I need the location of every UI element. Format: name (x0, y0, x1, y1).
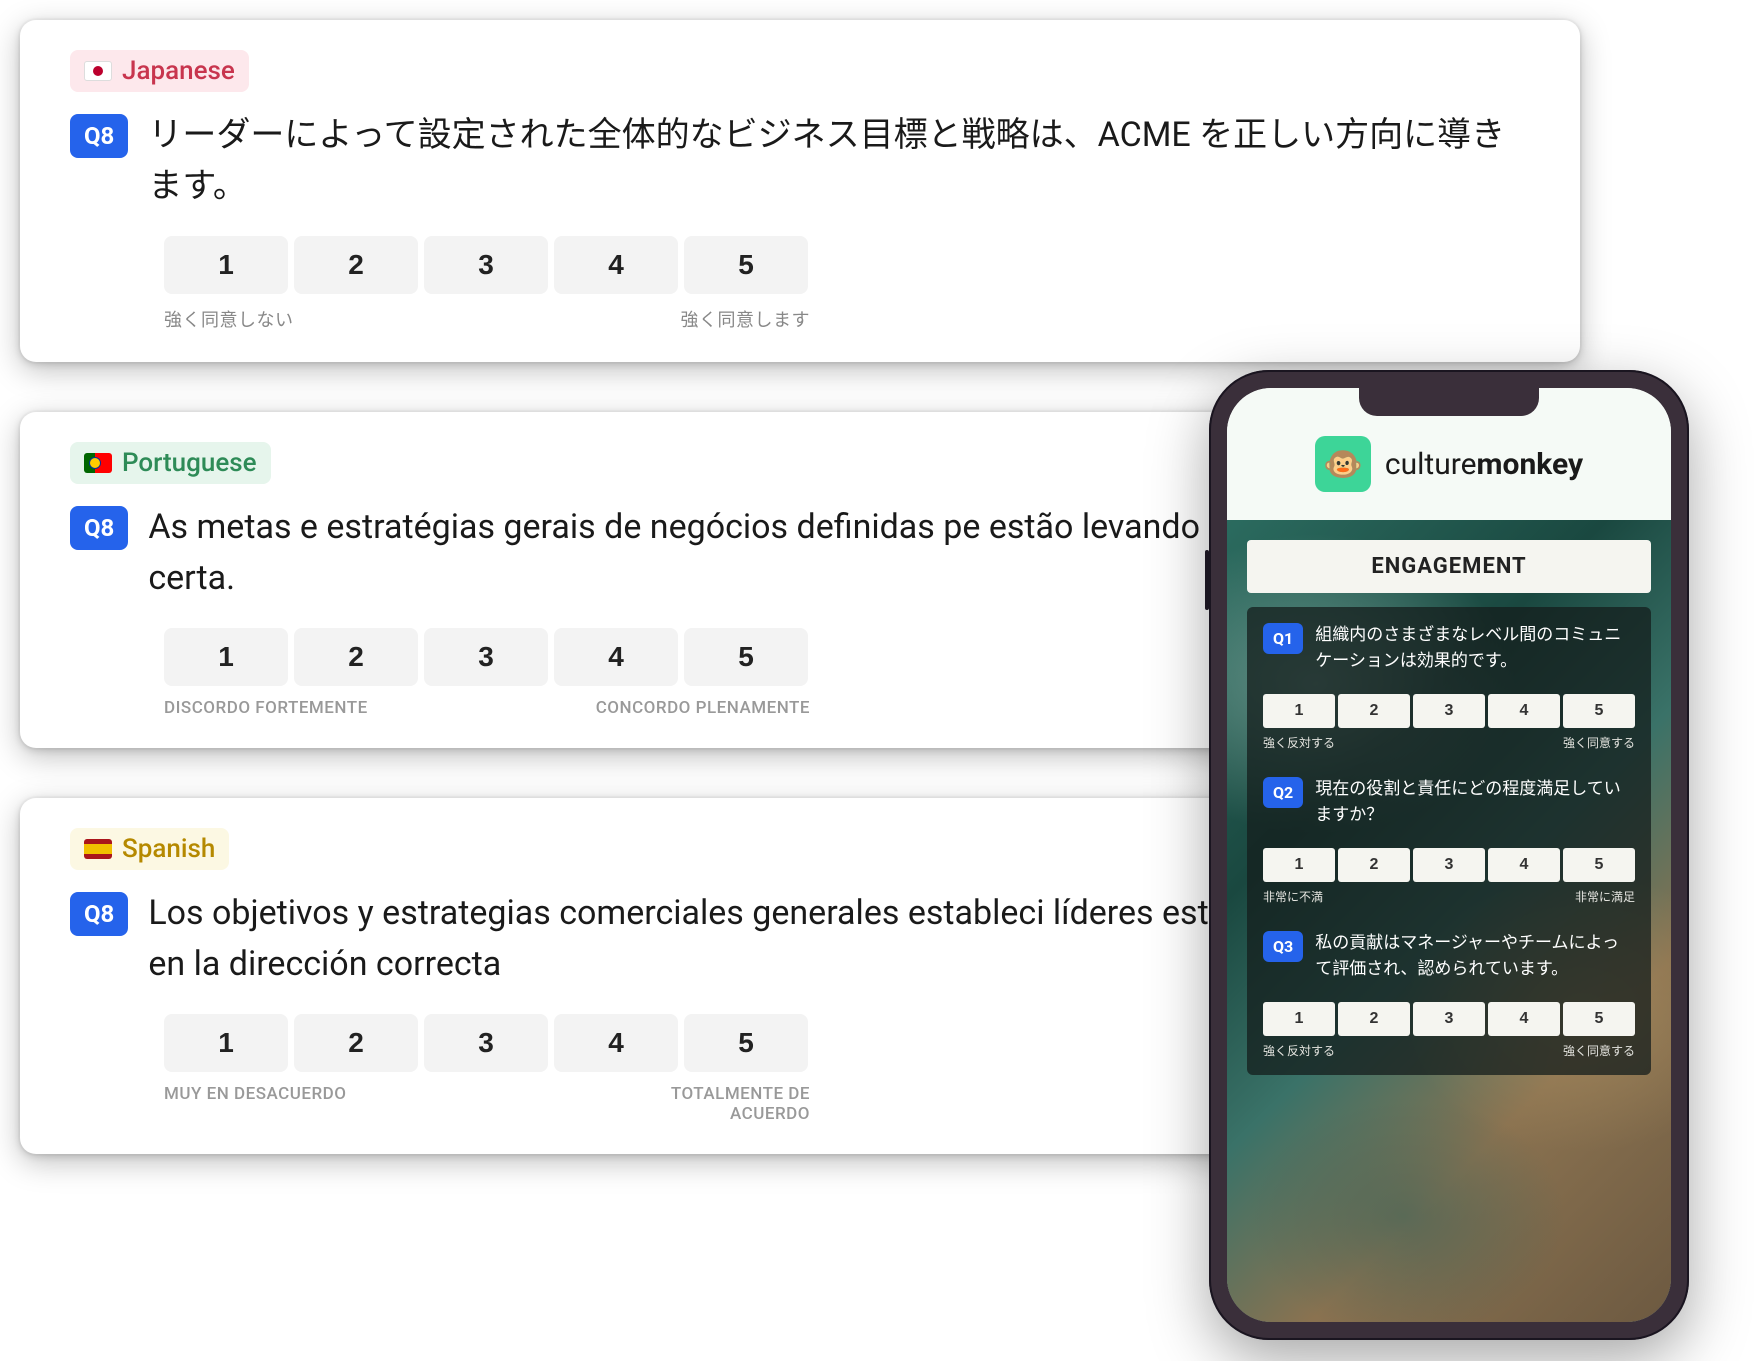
scale-left-label: 強く同意しない (164, 306, 294, 332)
rating-scale: 1 2 3 4 5 (164, 236, 1530, 294)
phone-notch (1359, 388, 1539, 416)
rating-button-1[interactable]: 1 (164, 236, 288, 294)
phone-rating-scale: 1 2 3 4 5 (1263, 848, 1635, 882)
question-number-badge: Q8 (70, 506, 128, 550)
rating-button-4[interactable]: 4 (1488, 1002, 1560, 1036)
question-row: Q8 リーダーによって設定された全体的なビジネス目標と戦略は、ACME を正しい… (70, 110, 1530, 212)
questions-panel: Q1 組織内のさまざまなレベル間のコミュニケーションは効果的です。 1 2 3 … (1247, 607, 1651, 1075)
scale-anchor-labels: MUY EN DESACUERDO TOTALMENTE DE ACUERDO (164, 1084, 810, 1124)
scale-left-label: 非常に不満 (1263, 888, 1323, 905)
phone-screen: 🐵 culturemonkey ENGAGEMENT Q1 組織内のさまざまなレ… (1227, 388, 1671, 1322)
phone-scale-anchor-labels: 強く反対する 強く同意する (1263, 1042, 1635, 1059)
language-badge-spanish: Spanish (70, 828, 229, 870)
rating-button-3[interactable]: 3 (424, 1014, 548, 1072)
rating-button-5[interactable]: 5 (1563, 694, 1635, 728)
rating-button-2[interactable]: 2 (1338, 1002, 1410, 1036)
phone-rating-scale: 1 2 3 4 5 (1263, 1002, 1635, 1036)
scale-right-label: TOTALMENTE DE ACUERDO (590, 1084, 810, 1124)
rating-button-5[interactable]: 5 (1563, 1002, 1635, 1036)
rating-button-5[interactable]: 5 (684, 628, 808, 686)
question-text: 現在の役割と責任にどの程度満足していますか？ (1315, 777, 1635, 828)
question-text: 組織内のさまざまなレベル間のコミュニケーションは効果的です。 (1315, 623, 1635, 674)
phone-mockup: 🐵 culturemonkey ENGAGEMENT Q1 組織内のさまざまなレ… (1209, 370, 1689, 1340)
question-number-badge: Q3 (1263, 931, 1303, 962)
language-badge-japanese: Japanese (70, 50, 249, 92)
scale-left-label: MUY EN DESACUERDO (164, 1084, 346, 1124)
language-badge-portuguese: Portuguese (70, 442, 271, 484)
flag-spain-icon (84, 839, 112, 859)
flag-portugal-icon (84, 453, 112, 473)
scale-left-label: 強く反対する (1263, 734, 1335, 751)
question-text: 私の貢献はマネージャーやチームによって評価され、認められています。 (1315, 931, 1635, 982)
rating-button-3[interactable]: 3 (424, 236, 548, 294)
phone-body: ENGAGEMENT Q1 組織内のさまざまなレベル間のコミュニケーションは効果… (1227, 520, 1671, 1322)
question-number-badge: Q8 (70, 892, 128, 936)
language-label: Spanish (122, 834, 215, 864)
survey-card-japanese: Japanese Q8 リーダーによって設定された全体的なビジネス目標と戦略は、… (20, 20, 1580, 362)
rating-button-3[interactable]: 3 (1413, 1002, 1485, 1036)
rating-button-2[interactable]: 2 (294, 628, 418, 686)
rating-button-2[interactable]: 2 (294, 1014, 418, 1072)
rating-button-1[interactable]: 1 (164, 628, 288, 686)
rating-button-5[interactable]: 5 (1563, 848, 1635, 882)
scale-right-label: 強く同意する (1563, 734, 1635, 751)
scale-anchor-labels: DISCORDO FORTEMENTE CONCORDO PLENAMENTE (164, 698, 810, 718)
rating-button-1[interactable]: 1 (1263, 1002, 1335, 1036)
question-text: リーダーによって設定された全体的なビジネス目標と戦略は、ACME を正しい方向に… (148, 110, 1530, 212)
rating-button-5[interactable]: 5 (684, 236, 808, 294)
phone-scale-anchor-labels: 強く反対する 強く同意する (1263, 734, 1635, 751)
phone-question-row: Q1 組織内のさまざまなレベル間のコミュニケーションは効果的です。 (1263, 623, 1635, 674)
scale-anchor-labels: 強く同意しない 強く同意します (164, 306, 810, 332)
rating-scale-wrap: 1 2 3 4 5 強く同意しない 強く同意します (164, 236, 1530, 332)
brand-part-a: culture (1385, 447, 1477, 482)
rating-button-2[interactable]: 2 (294, 236, 418, 294)
rating-button-4[interactable]: 4 (554, 1014, 678, 1072)
rating-button-3[interactable]: 3 (1413, 694, 1485, 728)
question-number-badge: Q1 (1263, 623, 1303, 654)
scale-left-label: 強く反対する (1263, 1042, 1335, 1059)
rating-button-5[interactable]: 5 (684, 1014, 808, 1072)
scale-right-label: 強く同意する (1563, 1042, 1635, 1059)
phone-question-row: Q2 現在の役割と責任にどの程度満足していますか？ (1263, 777, 1635, 828)
rating-button-1[interactable]: 1 (1263, 848, 1335, 882)
rating-button-4[interactable]: 4 (1488, 694, 1560, 728)
phone-rating-scale: 1 2 3 4 5 (1263, 694, 1635, 728)
rating-button-4[interactable]: 4 (1488, 848, 1560, 882)
brand-part-b: monkey (1477, 447, 1584, 482)
language-label: Japanese (122, 56, 235, 86)
brand-name: culturemonkey (1385, 447, 1583, 482)
flag-japan-icon (84, 61, 112, 81)
scale-right-label: 強く同意します (681, 306, 811, 332)
scale-right-label: CONCORDO PLENAMENTE (596, 698, 810, 718)
rating-button-2[interactable]: 2 (1338, 694, 1410, 728)
scale-right-label: 非常に満足 (1575, 888, 1635, 905)
question-number-badge: Q2 (1263, 777, 1303, 808)
rating-button-2[interactable]: 2 (1338, 848, 1410, 882)
phone-scale-anchor-labels: 非常に不満 非常に満足 (1263, 888, 1635, 905)
phone-question-row: Q3 私の貢献はマネージャーやチームによって評価され、認められています。 (1263, 931, 1635, 982)
scale-left-label: DISCORDO FORTEMENTE (164, 698, 368, 718)
rating-button-4[interactable]: 4 (554, 628, 678, 686)
rating-button-1[interactable]: 1 (1263, 694, 1335, 728)
rating-button-4[interactable]: 4 (554, 236, 678, 294)
rating-button-3[interactable]: 3 (424, 628, 548, 686)
rating-button-1[interactable]: 1 (164, 1014, 288, 1072)
question-number-badge: Q8 (70, 114, 128, 158)
rating-button-3[interactable]: 3 (1413, 848, 1485, 882)
language-label: Portuguese (122, 448, 257, 478)
section-header: ENGAGEMENT (1247, 540, 1651, 593)
brand-logo-icon: 🐵 (1315, 436, 1371, 492)
